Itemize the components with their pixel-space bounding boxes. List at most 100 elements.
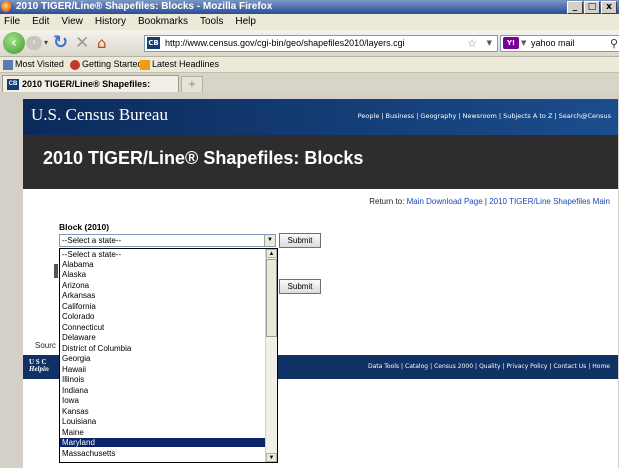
bookmark-label: Latest Headlines bbox=[152, 59, 220, 69]
hidden-form-label bbox=[54, 264, 58, 278]
footer-census-2000[interactable]: Census 2000 bbox=[434, 363, 473, 370]
bookmark-most-visited[interactable]: Most Visited bbox=[3, 57, 64, 72]
return-prefix: Return to: bbox=[369, 197, 405, 206]
state-option[interactable]: Illinois bbox=[60, 375, 266, 384]
menu-file[interactable]: File bbox=[0, 14, 26, 30]
footer-data-tools[interactable]: Data Tools bbox=[368, 363, 399, 370]
home-icon[interactable]: ⌂ bbox=[97, 34, 117, 52]
source-text: Sourc bbox=[35, 341, 56, 350]
bookmark-latest-headlines[interactable]: Latest Headlines bbox=[140, 57, 219, 72]
scrollbar-thumb[interactable] bbox=[266, 259, 277, 337]
nav-newsroom[interactable]: Newsroom bbox=[463, 112, 497, 120]
bookmark-star-icon[interactable]: ☆ bbox=[467, 36, 477, 51]
back-icon[interactable]: ‹ bbox=[3, 32, 25, 54]
top-nav: People | Business | Geography | Newsroom | Subje… bbox=[357, 112, 611, 120]
select-arrow-icon[interactable]: ▼ bbox=[264, 235, 275, 246]
main-download-link[interactable]: Main Download Page bbox=[407, 197, 483, 206]
nav-search[interactable]: Search@Census bbox=[559, 112, 611, 120]
page-banner: 2010 TIGER/Line® Shapefiles: Blocks bbox=[23, 135, 618, 189]
search-box[interactable]: Y! ▼ yahoo mail ⚲ bbox=[500, 35, 619, 52]
state-option[interactable]: Alaska bbox=[60, 270, 266, 279]
rss-icon bbox=[140, 59, 150, 70]
nav-subjects[interactable]: Subjects A to Z bbox=[503, 112, 552, 120]
history-dropdown-icon[interactable]: ▾ bbox=[44, 38, 48, 47]
state-option[interactable]: Iowa bbox=[60, 396, 266, 405]
menu-history[interactable]: History bbox=[89, 14, 132, 30]
state-option[interactable]: District of Columbia bbox=[60, 344, 266, 353]
footer-contact[interactable]: Contact Us bbox=[553, 363, 586, 370]
nav-people[interactable]: People bbox=[358, 112, 380, 120]
state-option[interactable]: Louisiana bbox=[60, 417, 266, 426]
menubar: File Edit View History Bookmarks Tools Help bbox=[0, 14, 619, 30]
window-titlebar: 2010 TIGER/Line® Shapefiles: Blocks - Mo… bbox=[0, 0, 619, 14]
window-controls: _ □ x bbox=[566, 1, 617, 15]
maximize-button[interactable]: □ bbox=[584, 1, 600, 14]
block-label: Block (2010) bbox=[59, 222, 110, 232]
state-option[interactable]: Arizona bbox=[60, 281, 266, 290]
state-option[interactable]: Delaware bbox=[60, 333, 266, 342]
footer-logo-line2: Helpin bbox=[29, 365, 49, 373]
state-option[interactable]: Arkansas bbox=[60, 291, 266, 300]
state-option[interactable]: Hawaii bbox=[60, 365, 266, 374]
state-option[interactable]: Georgia bbox=[60, 354, 266, 363]
state-select-value[interactable]: --Select a state-- bbox=[62, 235, 121, 246]
forward-icon[interactable]: › bbox=[26, 36, 42, 50]
footer-catalog[interactable]: Catalog bbox=[405, 363, 428, 370]
bookmark-getting-started[interactable]: Getting Started bbox=[70, 57, 143, 72]
state-dropdown-list[interactable]: --Select a state-- Alabama Alaska Arizon… bbox=[59, 248, 278, 463]
tab-active[interactable]: CB 2010 TIGER/Line® Shapefiles: Blocks bbox=[2, 75, 179, 106]
state-option[interactable]: Connecticut bbox=[60, 323, 266, 332]
menu-bookmarks[interactable]: Bookmarks bbox=[132, 14, 194, 30]
nav-geography[interactable]: Geography bbox=[420, 112, 456, 120]
state-option[interactable]: Massachusetts bbox=[60, 449, 266, 458]
footer-privacy[interactable]: Privacy Policy bbox=[507, 363, 548, 370]
search-input[interactable]: yahoo mail bbox=[531, 36, 575, 51]
menu-tools[interactable]: Tools bbox=[194, 14, 229, 30]
navigation-toolbar: ‹ › ▾ ↻ ✕ ⌂ CB http://www.census.gov/cgi… bbox=[0, 30, 619, 57]
submit-button[interactable]: Submit bbox=[279, 233, 321, 248]
state-option[interactable]: --Select a state-- bbox=[60, 250, 266, 259]
state-option[interactable]: California bbox=[60, 302, 266, 311]
census-header: U.S. Census Bureau People | Business | Geogr… bbox=[23, 99, 618, 135]
reload-icon[interactable]: ↻ bbox=[53, 34, 68, 52]
minimize-button[interactable]: _ bbox=[567, 1, 583, 14]
footer-logo[interactable]: U S C Helpin bbox=[29, 359, 49, 373]
state-option[interactable]: Maine bbox=[60, 428, 266, 437]
footer-home[interactable]: Home bbox=[592, 363, 610, 370]
scroll-up-icon[interactable]: ▲ bbox=[266, 249, 277, 258]
state-option[interactable]: Alabama bbox=[60, 260, 266, 269]
census-logo[interactable]: U.S. Census Bureau bbox=[31, 105, 168, 125]
bookmark-label: Most Visited bbox=[15, 59, 64, 69]
tab-site-icon: CB bbox=[7, 79, 19, 90]
url-bar[interactable]: CB http://www.census.gov/cgi-bin/geo/sha… bbox=[144, 35, 498, 52]
bookmark-label: Getting Started bbox=[82, 59, 143, 69]
shapefiles-main-link[interactable]: 2010 TIGER/Line Shapefiles Main bbox=[489, 197, 610, 206]
new-tab-button[interactable]: + bbox=[181, 76, 203, 93]
url-text[interactable]: http://www.census.gov/cgi-bin/geo/shapef… bbox=[165, 36, 405, 51]
state-option[interactable]: Kansas bbox=[60, 407, 266, 416]
site-identity-icon[interactable]: CB bbox=[147, 37, 160, 49]
state-option[interactable]: Indiana bbox=[60, 386, 266, 395]
stop-icon[interactable]: ✕ bbox=[75, 34, 89, 52]
menu-help[interactable]: Help bbox=[229, 14, 262, 30]
window-title: 2010 TIGER/Line® Shapefiles: Blocks - Mo… bbox=[16, 1, 273, 12]
nav-business[interactable]: Business bbox=[386, 112, 415, 120]
menu-view[interactable]: View bbox=[55, 14, 89, 30]
footer-quality[interactable]: Quality bbox=[479, 363, 500, 370]
submit-button-2[interactable]: Submit bbox=[279, 279, 321, 294]
search-engine-dropdown-icon[interactable]: ▼ bbox=[521, 36, 526, 51]
state-option-highlighted[interactable]: Maryland bbox=[60, 438, 266, 447]
menu-edit[interactable]: Edit bbox=[26, 14, 55, 30]
tab-bar: CB 2010 TIGER/Line® Shapefiles: Blocks + bbox=[0, 73, 619, 106]
state-select[interactable]: --Select a state-- ▼ bbox=[59, 234, 276, 247]
most-visited-icon bbox=[3, 59, 13, 70]
footer-nav: Data Tools | Catalog | Census 2000 | Quality | P… bbox=[367, 363, 610, 370]
scroll-down-icon[interactable]: ▼ bbox=[266, 453, 277, 462]
yahoo-search-engine-icon[interactable]: Y! bbox=[503, 37, 519, 49]
dropdown-scrollbar[interactable]: ▲ ▼ bbox=[265, 249, 277, 462]
state-option[interactable]: Colorado bbox=[60, 312, 266, 321]
return-links: Return to: Main Download Page | 2010 TIG… bbox=[369, 197, 610, 206]
url-dropdown-icon[interactable]: ▼ bbox=[487, 36, 492, 51]
search-icon[interactable]: ⚲ bbox=[610, 36, 618, 51]
close-button[interactable]: x bbox=[601, 1, 617, 14]
